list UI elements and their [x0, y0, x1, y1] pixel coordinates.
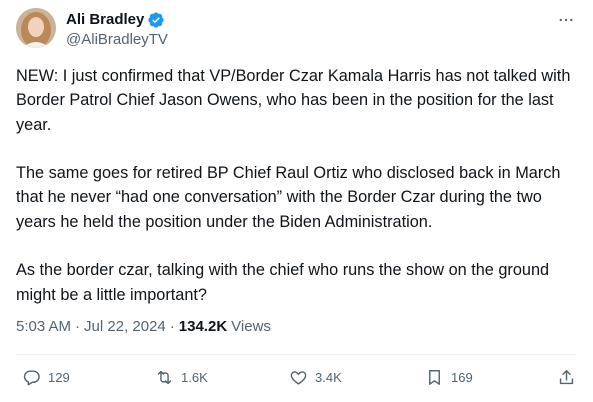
divider — [16, 354, 577, 355]
avatar[interactable] — [16, 8, 56, 48]
author-names: Ali Bradley @AliBradleyTV — [66, 10, 168, 48]
bookmark-button[interactable]: 169 — [425, 368, 473, 387]
more-icon[interactable] — [555, 10, 577, 30]
tweet-time[interactable]: 5:03 AM — [16, 318, 71, 335]
action-bar: 129 1.6K 3.4K 169 — [16, 364, 577, 394]
author-handle[interactable]: @AliBradleyTV — [66, 31, 168, 48]
retweet-icon — [157, 370, 172, 385]
tweet-card: Ali Bradley @AliBradleyTV NEW: I just co… — [0, 0, 593, 402]
retweet-count: 1.6K — [181, 370, 208, 385]
verified-badge-icon — [147, 11, 165, 29]
share-button[interactable] — [557, 368, 576, 387]
tweet-header: Ali Bradley @AliBradleyTV — [16, 8, 577, 50]
like-count: 3.4K — [315, 370, 342, 385]
tweet-text: NEW: I just confirmed that VP/Border Cza… — [16, 64, 576, 307]
tweet-paragraph: The same goes for retired BP Chief Raul … — [16, 164, 561, 231]
reply-count: 129 — [48, 370, 70, 385]
tweet-meta: 5:03 AM · Jul 22, 2024 · 134.2K Views — [16, 318, 271, 335]
share-icon — [559, 370, 574, 385]
tweet-paragraph: As the border czar, talking with the chi… — [16, 261, 550, 304]
bookmark-icon — [429, 370, 440, 385]
like-icon — [290, 371, 307, 385]
tweet-paragraph: NEW: I just confirmed that VP/Border Cza… — [16, 67, 571, 134]
meta-separator: · — [75, 318, 81, 335]
bookmark-count: 169 — [451, 370, 473, 385]
author-display-name[interactable]: Ali Bradley — [66, 11, 144, 28]
retweet-button[interactable]: 1.6K — [155, 368, 208, 387]
views-label: Views — [231, 318, 271, 335]
meta-separator: · — [169, 318, 175, 335]
tweet-date[interactable]: Jul 22, 2024 — [84, 318, 166, 335]
views-count: 134.2K — [178, 318, 228, 335]
like-button[interactable]: 3.4K — [289, 368, 342, 387]
reply-icon — [23, 370, 40, 386]
reply-button[interactable]: 129 — [22, 368, 70, 387]
